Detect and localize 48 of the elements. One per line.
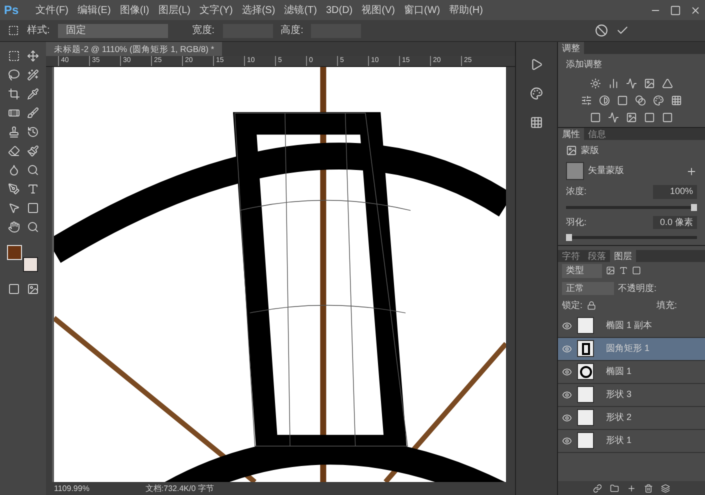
app-logo: Ps (4, 2, 19, 19)
menu-item[interactable]: 3D(D) (326, 2, 353, 18)
layer-row[interactable]: 形状 2 (558, 406, 705, 430)
layer-row[interactable]: 形状 3 (558, 384, 705, 406)
field-label: 羽化: (566, 216, 587, 228)
menu-item[interactable]: 视图(V) (362, 2, 395, 18)
panel-heading: 添加调整 (565, 58, 603, 71)
menu-item[interactable]: 图层(L) (158, 2, 190, 18)
layer-row[interactable]: 圆角矩形 1 (558, 338, 705, 360)
menu-item[interactable]: 滤镜(T) (284, 2, 317, 18)
layer-name: 形状 3 (606, 388, 632, 401)
width-label: 宽度: (192, 24, 215, 38)
panel-tab[interactable]: 段落 (584, 250, 610, 262)
style-dropdown[interactable]: 固定 (58, 24, 168, 38)
blend-mode-dropdown[interactable]: 正常 (562, 282, 614, 295)
layer-row[interactable]: 形状 1 (558, 430, 705, 452)
layer-name: 圆角矩形 1 (606, 342, 650, 355)
layer-name: 形状 1 (606, 434, 632, 447)
menu-item[interactable]: 窗口(W) (404, 2, 440, 18)
mask-type: 矢量蒙版 (588, 164, 624, 178)
layer-row[interactable]: 椭圆 1 (558, 360, 705, 384)
height-label: 高度: (280, 24, 304, 38)
style-label: 样式: (27, 24, 50, 38)
opacity-label: 不透明度: (618, 282, 657, 294)
panel-tab[interactable]: 图层 (610, 250, 636, 262)
document-tab[interactable]: 未标题-2 @ 1110% (圆角矩形 1, RGB/8) * (46, 42, 222, 56)
layer-name: 椭圆 1 副本 (606, 318, 652, 332)
menu-item[interactable]: 图像(I) (120, 2, 150, 18)
value-field[interactable]: 100% (653, 185, 697, 198)
document-size: 文档:732.4K/0 字节 (145, 482, 214, 494)
menu-item[interactable]: 文件(F) (36, 2, 68, 18)
menu-item[interactable]: 选择(S) (242, 2, 276, 18)
layer-name: 形状 2 (606, 410, 632, 424)
panel-tab[interactable]: 字符 (558, 250, 584, 262)
field-label: 浓度: (566, 185, 587, 198)
menu-item[interactable]: 文字(Y) (200, 2, 233, 18)
menu-item[interactable]: 编辑(E) (77, 2, 111, 18)
panel-tab[interactable]: 信息 (584, 128, 610, 140)
mask-label: 蒙版 (581, 144, 599, 156)
layer-name: 椭圆 1 (606, 364, 632, 378)
menu-item[interactable]: 帮助(H) (449, 2, 483, 18)
value-field[interactable]: 0.0 像素 (653, 216, 697, 229)
filter-dropdown[interactable]: 类型 (562, 264, 602, 278)
zoom-level: 1109.99% (54, 482, 90, 494)
lock-label: 锁定: (562, 299, 583, 312)
panel-tab[interactable]: 属性 (558, 128, 584, 140)
fill-label: 填充: (656, 299, 677, 312)
panel-tab[interactable]: 调整 (558, 42, 584, 54)
